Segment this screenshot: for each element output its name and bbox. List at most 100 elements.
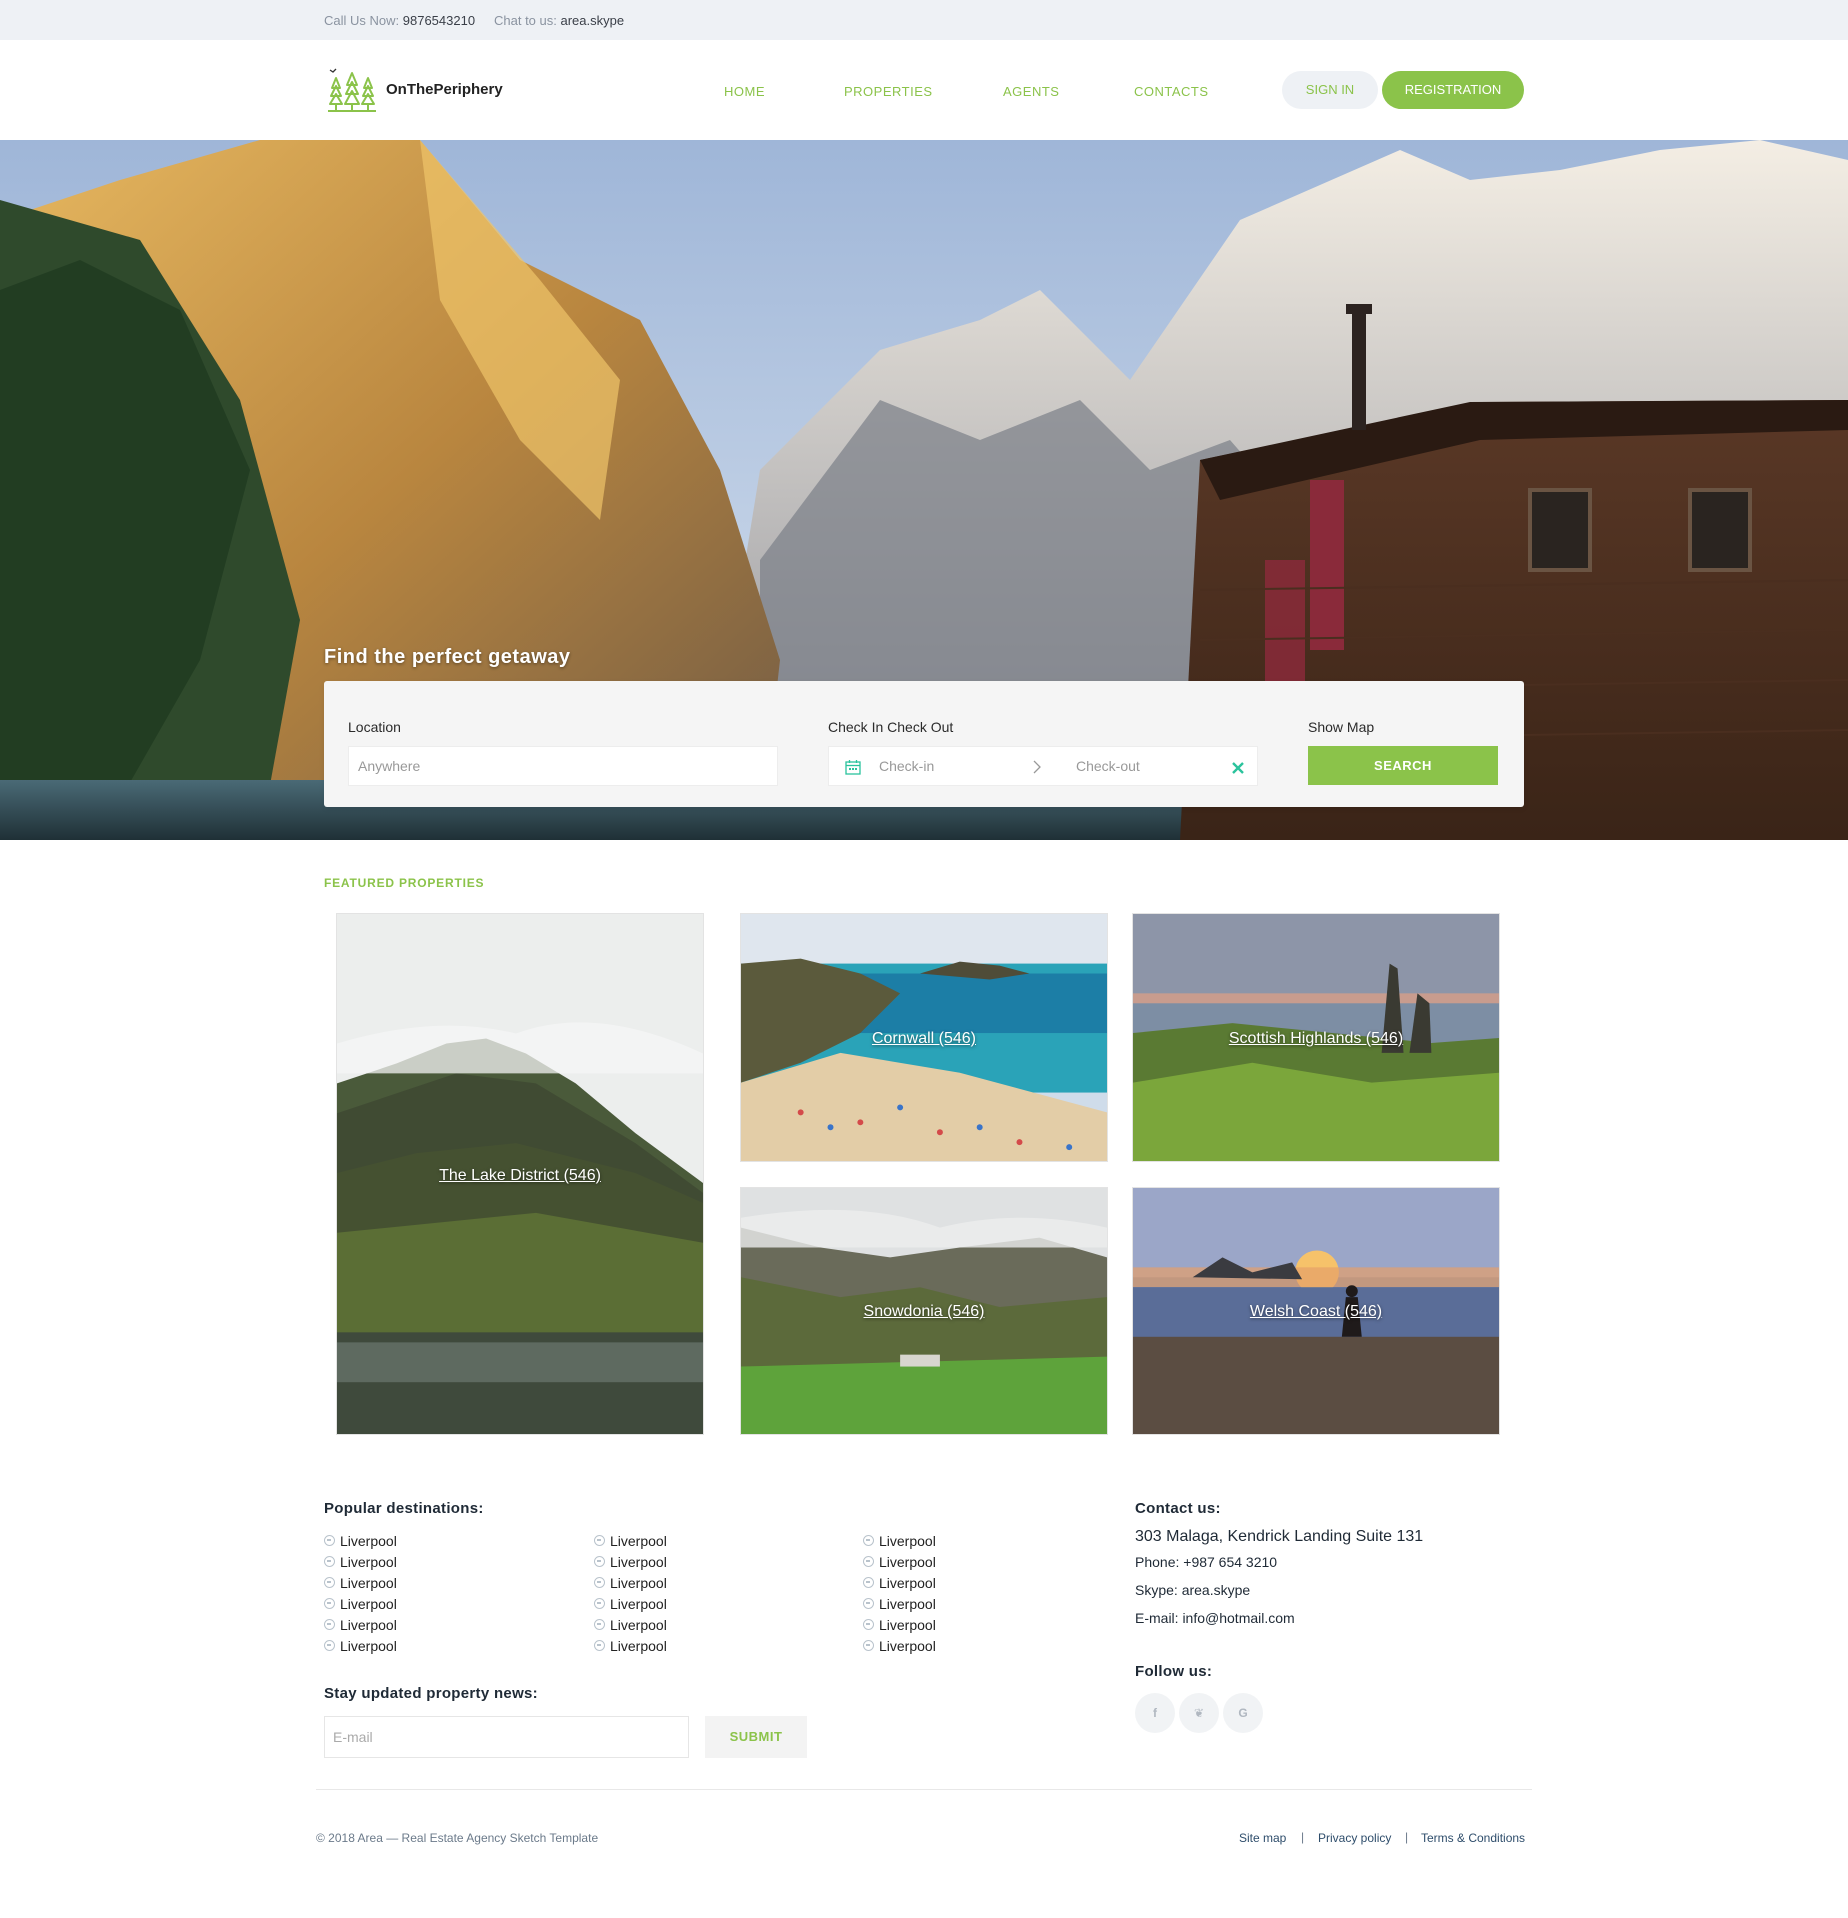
location-label: Location xyxy=(348,719,401,735)
featured-title: FEATURED PROPERTIES xyxy=(324,876,485,890)
card-caption[interactable]: The Lake District (546) xyxy=(337,1167,703,1185)
globe-icon xyxy=(863,1619,874,1630)
show-map-label[interactable]: Show Map xyxy=(1308,719,1374,735)
search-button[interactable]: SEARCH xyxy=(1308,746,1498,785)
property-card-cornwall[interactable]: Cornwall (546) xyxy=(740,913,1108,1162)
checkout-field[interactable]: Check-out xyxy=(1076,758,1140,774)
twitter-icon[interactable]: ❦ xyxy=(1179,1693,1219,1733)
card-caption[interactable]: Scottish Highlands (546) xyxy=(1133,1030,1499,1048)
search-panel: Location Anywhere Check In Check Out Che… xyxy=(324,681,1524,807)
globe-icon xyxy=(324,1577,335,1588)
chevron-right-icon xyxy=(1033,760,1041,774)
destination-item[interactable]: Liverpool xyxy=(324,1530,397,1551)
destination-item[interactable]: Liverpool xyxy=(324,1572,397,1593)
contact-skype: Skype: area.skype xyxy=(1135,1582,1251,1598)
footer-link-privacy[interactable]: Privacy policy xyxy=(1318,1831,1391,1845)
destination-item[interactable]: Liverpool xyxy=(324,1551,397,1572)
property-card-lake-district[interactable]: The Lake District (546) xyxy=(336,913,704,1435)
popular-destinations-title: Popular destinations: xyxy=(324,1500,484,1517)
destination-item[interactable]: Liverpool xyxy=(594,1635,667,1656)
globe-icon xyxy=(863,1556,874,1567)
clear-dates-icon[interactable] xyxy=(1231,761,1245,775)
destinations-column-1: Liverpool Liverpool Liverpool Liverpool … xyxy=(324,1530,397,1656)
destination-item[interactable]: Liverpool xyxy=(324,1593,397,1614)
globe-icon xyxy=(594,1598,605,1609)
chat-value[interactable]: area.skype xyxy=(561,13,625,28)
hero-title: Find the perfect getaway xyxy=(324,646,571,668)
nav-home[interactable]: HOME xyxy=(724,84,765,99)
globe-icon xyxy=(324,1535,335,1546)
nav-agents[interactable]: AGENTS xyxy=(1003,84,1059,99)
destination-item[interactable]: Liverpool xyxy=(863,1572,936,1593)
globe-icon xyxy=(863,1598,874,1609)
globe-icon xyxy=(594,1535,605,1546)
globe-icon xyxy=(594,1619,605,1630)
site-logo[interactable]: OnThePeriphery xyxy=(326,64,503,114)
destination-item[interactable]: Liverpool xyxy=(324,1635,397,1656)
call-label: Call Us Now: xyxy=(324,13,400,28)
globe-icon xyxy=(324,1619,335,1630)
chat-label: Chat to us: xyxy=(494,13,557,28)
card-caption[interactable]: Cornwall (546) xyxy=(741,1030,1107,1048)
calendar-icon xyxy=(845,760,861,775)
call-number[interactable]: 9876543210 xyxy=(403,13,475,28)
card-caption[interactable]: Welsh Coast (546) xyxy=(1133,1303,1499,1321)
globe-icon xyxy=(594,1577,605,1588)
globe-icon xyxy=(324,1556,335,1567)
nav-contacts[interactable]: CONTACTS xyxy=(1134,84,1209,99)
globe-icon xyxy=(863,1640,874,1651)
dates-label: Check In Check Out xyxy=(828,719,954,735)
destinations-column-2: Liverpool Liverpool Liverpool Liverpool … xyxy=(594,1530,667,1656)
facebook-icon[interactable]: f xyxy=(1135,1693,1175,1733)
globe-icon xyxy=(324,1640,335,1651)
logo-text: OnThePeriphery xyxy=(386,80,503,98)
copyright-text: © 2018 Area — Real Estate Agency Sketch … xyxy=(316,1831,599,1845)
destination-item[interactable]: Liverpool xyxy=(594,1593,667,1614)
globe-icon xyxy=(863,1535,874,1546)
destination-item[interactable]: Liverpool xyxy=(863,1614,936,1635)
footer-separator: | xyxy=(1405,1830,1409,1844)
chat-info: Chat to us: area.skype xyxy=(494,13,624,28)
forest-logo-icon xyxy=(328,68,376,112)
google-icon[interactable]: G xyxy=(1223,1693,1263,1733)
property-card-scottish-highlands[interactable]: Scottish Highlands (546) xyxy=(1132,913,1500,1162)
newsletter-submit-button[interactable]: SUBMIT xyxy=(705,1716,807,1758)
destination-item[interactable]: Liverpool xyxy=(863,1551,936,1572)
newsletter-title: Stay updated property news: xyxy=(324,1685,538,1702)
location-input[interactable]: Anywhere xyxy=(348,746,778,786)
card-caption[interactable]: Snowdonia (546) xyxy=(741,1303,1107,1321)
footer-divider xyxy=(316,1789,1532,1790)
top-utility-bar: Call Us Now: 9876543210 Chat to us: area… xyxy=(0,0,1848,40)
newsletter-email-input[interactable]: E-mail xyxy=(324,1716,689,1758)
globe-icon xyxy=(594,1640,605,1651)
destination-item[interactable]: Liverpool xyxy=(863,1593,936,1614)
destination-item[interactable]: Liverpool xyxy=(594,1614,667,1635)
site-header: OnThePeriphery HOME PROPERTIES AGENTS CO… xyxy=(0,40,1848,140)
contact-address: 303 Malaga, Kendrick Landing Suite 131 xyxy=(1135,1528,1424,1545)
call-us-info: Call Us Now: 9876543210 xyxy=(324,13,475,28)
footer-separator: | xyxy=(1301,1830,1305,1844)
registration-button[interactable]: REGISTRATION xyxy=(1382,71,1524,109)
sign-in-button[interactable]: SIGN IN xyxy=(1282,71,1378,109)
globe-icon xyxy=(863,1577,874,1588)
destination-item[interactable]: Liverpool xyxy=(863,1635,936,1656)
destination-item[interactable]: Liverpool xyxy=(594,1530,667,1551)
property-card-snowdonia[interactable]: Snowdonia (546) xyxy=(740,1187,1108,1435)
contact-email: E-mail: info@hotmail.com xyxy=(1135,1610,1295,1626)
nav-properties[interactable]: PROPERTIES xyxy=(844,84,933,99)
destination-item[interactable]: Liverpool xyxy=(594,1551,667,1572)
destination-item[interactable]: Liverpool xyxy=(324,1614,397,1635)
globe-icon xyxy=(594,1556,605,1567)
property-card-welsh-coast[interactable]: Welsh Coast (546) xyxy=(1132,1187,1500,1435)
checkin-field[interactable]: Check-in xyxy=(879,758,934,774)
date-range-picker[interactable]: Check-in Check-out xyxy=(828,746,1258,786)
destinations-column-3: Liverpool Liverpool Liverpool Liverpool … xyxy=(863,1530,936,1656)
destination-item[interactable]: Liverpool xyxy=(863,1530,936,1551)
globe-icon xyxy=(324,1598,335,1609)
follow-us-title: Follow us: xyxy=(1135,1663,1213,1680)
footer-link-terms[interactable]: Terms & Conditions xyxy=(1421,1831,1525,1845)
footer-link-sitemap[interactable]: Site map xyxy=(1239,1831,1286,1845)
contact-title: Contact us: xyxy=(1135,1500,1221,1517)
contact-phone: Phone: +987 654 3210 xyxy=(1135,1554,1278,1570)
destination-item[interactable]: Liverpool xyxy=(594,1572,667,1593)
